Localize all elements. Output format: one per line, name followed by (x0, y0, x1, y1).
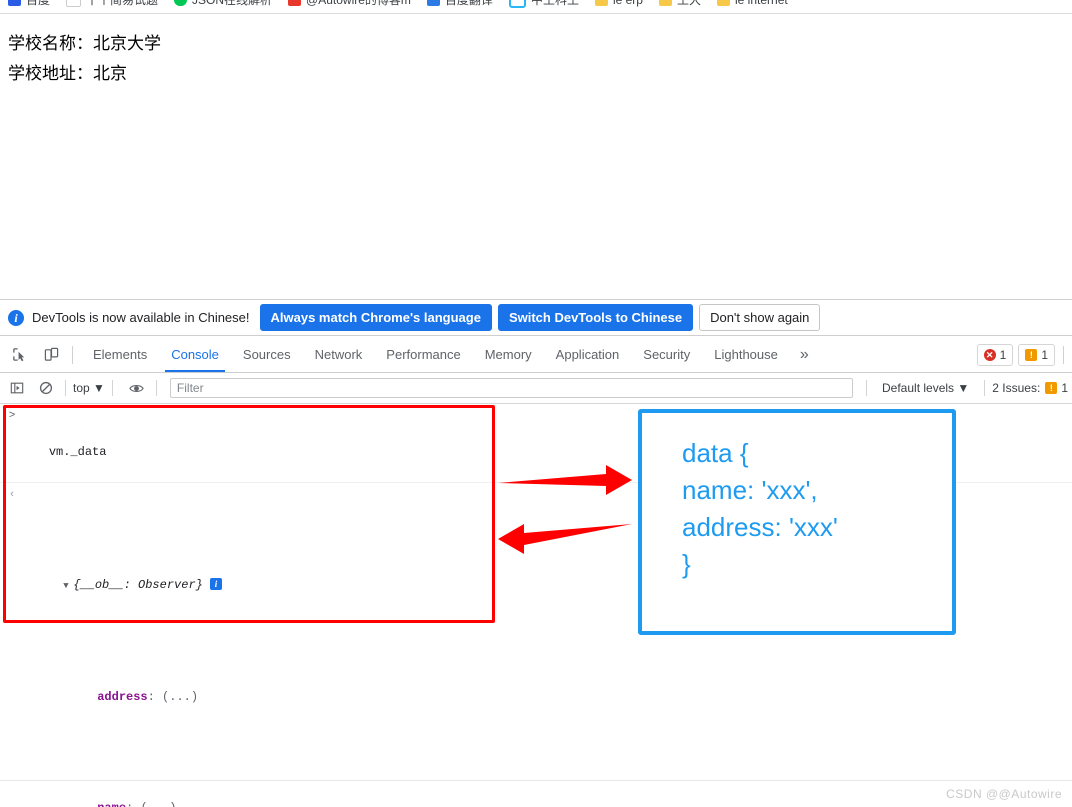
toolbar-divider (866, 380, 867, 396)
bookmark-label: ie erp (613, 0, 643, 7)
bottom-divider (0, 780, 1072, 781)
object-preview-text: {__ob__: Observer} (73, 578, 203, 592)
warning-triangle-icon: ! (1045, 382, 1058, 394)
bookmark-item[interactable]: JSON在线解析 (174, 0, 272, 8)
bookmark-favicon (426, 0, 440, 6)
object-tree-row[interactable]: address: (...) (20, 669, 1072, 726)
execution-context-label: top (73, 381, 90, 395)
watermark: CSDN @@Autowire (946, 787, 1062, 801)
tab-security[interactable]: Security (631, 337, 702, 372)
bookmark-favicon (508, 0, 526, 8)
bookmark-label: 中王科王 (530, 0, 579, 7)
info-icon: i (8, 309, 24, 326)
tab-network[interactable]: Network (303, 337, 375, 372)
folder-icon (658, 0, 672, 6)
chevron-down-icon: ▼ (93, 381, 105, 395)
error-count-badge[interactable]: ✕ 1 (976, 343, 1014, 366)
always-match-chrome-language-button[interactable]: Always match Chrome's language (259, 304, 492, 331)
bookmark-label: ie internet (735, 0, 788, 7)
bookmark-item[interactable]: 十个简易试题 (66, 0, 158, 8)
bookmark-folder[interactable]: ie internet (717, 0, 788, 7)
bookmark-label: 百度 (26, 0, 51, 7)
input-caret-icon: > (8, 410, 16, 422)
bookmark-item[interactable]: 百度翻译 (426, 0, 493, 8)
tab-elements[interactable]: Elements (81, 337, 159, 372)
bookmark-label: @Autowire的博客m (306, 0, 411, 7)
bookmarks-bar[interactable]: 百度 十个简易试题 JSON在线解析 @Autowire的博客m 百度翻译 中王… (0, 0, 1072, 14)
toolbar-divider (65, 380, 66, 396)
school-name-line: 学校名称：北京大学 (8, 34, 161, 53)
bookmark-label: 王大 (676, 0, 701, 7)
console-input-expression: vm._data (48, 445, 107, 459)
folder-icon (717, 0, 730, 6)
toolbar-divider (1063, 345, 1064, 364)
warning-count-badge[interactable]: ! 1 (1018, 343, 1055, 366)
toolbar-divider (984, 380, 986, 396)
property-value[interactable]: (...) (140, 801, 176, 807)
console-sidebar-icon[interactable] (5, 376, 29, 400)
tab-performance[interactable]: Performance (374, 337, 472, 372)
bookmark-folder[interactable]: ie erp (594, 0, 643, 7)
clear-console-icon[interactable] (34, 376, 58, 400)
tab-application[interactable]: Application (544, 337, 632, 372)
property-value[interactable]: (...) (162, 690, 198, 704)
issues-label: 2 Issues: (992, 381, 1041, 395)
warning-triangle-icon: ! (1025, 348, 1038, 361)
chevron-down-icon: ▼ (957, 381, 970, 395)
tab-lighthouse[interactable]: Lighthouse (702, 337, 790, 372)
property-name: name (97, 801, 126, 807)
blue-annotation-text: data { name: 'xxx', address: 'xxx' } (682, 438, 838, 579)
toolbar-divider (155, 380, 157, 396)
dont-show-again-button[interactable]: Don't show again (699, 304, 821, 331)
bookmark-favicon (8, 0, 21, 6)
bookmark-label: JSON在线解析 (192, 0, 273, 7)
switch-devtools-to-chinese-button[interactable]: Switch DevTools to Chinese (497, 304, 694, 331)
page-viewport: 学校名称：北京大学 学校地址：北京 (0, 15, 1072, 298)
bookmark-item[interactable]: @Autowire的博客m (288, 0, 411, 8)
issues-summary-button[interactable]: 2 Issues: ! 1 (992, 381, 1072, 395)
bookmark-label: 百度翻译 (444, 0, 493, 7)
property-name: address (97, 690, 148, 704)
console-filter-input[interactable] (169, 378, 853, 398)
toolbar-divider (111, 380, 113, 396)
log-levels-label: Default levels (882, 381, 955, 395)
bookmark-favicon (66, 0, 82, 7)
notice-message: DevTools is now available in Chinese! (32, 310, 250, 325)
bookmark-folder[interactable]: 王大 (658, 0, 701, 8)
chevron-double-right-icon[interactable]: » (790, 346, 819, 364)
log-levels-dropdown[interactable]: Default levels ▼ (874, 381, 977, 395)
folder-icon (594, 0, 608, 6)
devtools-tabbar: Elements Console Sources Network Perform… (0, 337, 1072, 373)
tab-memory[interactable]: Memory (473, 337, 544, 372)
bookmark-item[interactable]: 百度 (8, 0, 50, 8)
school-address-line: 学校地址：北京 (8, 64, 127, 83)
error-count: 1 (999, 347, 1007, 362)
bookmark-favicon (174, 0, 188, 6)
bookmark-item[interactable]: 中王科王 (508, 0, 579, 8)
devtools-language-notice: i DevTools is now available in Chinese! … (0, 299, 1072, 336)
issues-count: 1 (1061, 381, 1068, 395)
output-caret-icon: ‹ (8, 489, 16, 501)
bookmark-favicon (288, 0, 302, 6)
object-tree-row[interactable]: name: (...) (20, 780, 1072, 807)
device-toolbar-icon[interactable] (38, 342, 64, 368)
inspect-element-icon[interactable] (6, 342, 32, 368)
toolbar-divider (72, 345, 73, 364)
bookmark-label: 十个简易试题 (86, 0, 159, 7)
blue-annotation-box: data { name: 'xxx', address: 'xxx' } (638, 409, 956, 635)
console-toolbar: top ▼ Default levels ▼ 2 Issues: ! 1 (0, 373, 1072, 404)
warning-count: 1 (1041, 347, 1048, 362)
tab-sources[interactable]: Sources (231, 337, 303, 372)
live-expression-eye-icon[interactable] (125, 376, 149, 400)
execution-context-selector[interactable]: top ▼ (73, 381, 105, 395)
info-icon[interactable]: i (210, 578, 223, 590)
tab-console[interactable]: Console (159, 337, 231, 372)
error-circle-icon: ✕ (983, 348, 996, 361)
twisty-expanded-icon[interactable]: ▼ (63, 577, 73, 596)
